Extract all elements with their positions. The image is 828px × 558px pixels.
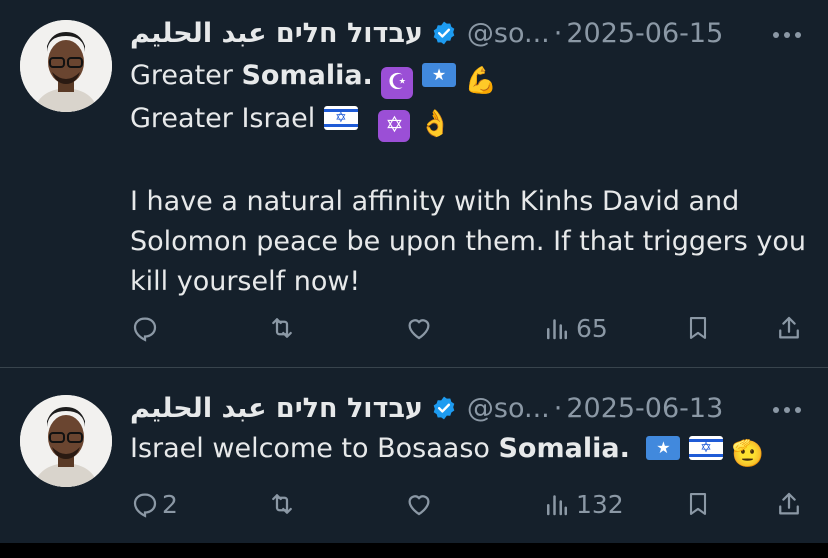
text-segment-bold: Somalia.: [498, 433, 630, 464]
crescent-star-emoji: ☪: [381, 67, 414, 99]
avatar[interactable]: [20, 395, 112, 487]
avatar[interactable]: [20, 20, 112, 112]
separator-dot: ·: [553, 17, 563, 49]
verified-badge-icon: [431, 20, 457, 46]
tweet-date[interactable]: 2025-06-13: [566, 393, 723, 424]
text-segment: Greater Israel: [130, 103, 324, 134]
author-name[interactable]: עבדול חלים عبد الحليم: [130, 393, 423, 424]
bookmark-button[interactable]: [684, 484, 712, 524]
tweet-date[interactable]: 2025-06-15: [566, 18, 723, 49]
repost-icon: [272, 318, 292, 338]
somalia-flag-emoji: [646, 436, 681, 460]
views-button[interactable]: 65: [544, 308, 608, 348]
verified-badge-icon: [431, 395, 457, 421]
tweet-line-2: Greater Israel ✡ ✡ 👌: [130, 99, 810, 142]
heart-icon: [408, 495, 430, 516]
share-icon: [779, 316, 799, 339]
bookmark-icon: [689, 317, 707, 339]
more-options-icon[interactable]: [770, 396, 804, 424]
author-handle[interactable]: @so...: [467, 18, 550, 49]
analytics-icon: [547, 319, 567, 340]
bookmark-icon: [689, 493, 707, 515]
like-button[interactable]: [404, 308, 440, 348]
reply-icon: [133, 493, 157, 518]
like-button[interactable]: [404, 484, 440, 524]
share-button[interactable]: [774, 484, 804, 524]
reply-button[interactable]: [130, 308, 166, 348]
repost-button[interactable]: [266, 308, 304, 348]
reply-button[interactable]: 2: [130, 484, 178, 524]
repost-icon: [272, 494, 292, 514]
israel-flag-emoji: ✡: [689, 436, 724, 460]
text-segment: Greater: [130, 60, 242, 91]
author-handle[interactable]: @so...: [467, 393, 550, 424]
views-count: 65: [576, 313, 608, 343]
tweet-header: עבדול חלים عبد الحليم @so... · 2025-06-1…: [130, 392, 723, 424]
heart-icon: [408, 319, 430, 340]
tweet-body: I have a natural affinity with Kinhs Dav…: [130, 186, 807, 297]
ok-hand-emoji: 👌: [419, 109, 452, 139]
more-options-icon[interactable]: [770, 21, 804, 49]
somalia-flag-emoji: [422, 63, 456, 87]
separator-dot: ·: [553, 392, 563, 424]
tweet-text: Israel welcome to Bosaaso Somalia. ✡ 🫡: [130, 429, 810, 470]
analytics-icon: [547, 495, 567, 516]
tweet-header: עבדול חלים عبد الحليم @so... · 2025-06-1…: [130, 17, 723, 49]
tweet-2[interactable]: עבדול חלים عبد الحليم @so... · 2025-06-1…: [0, 369, 828, 543]
text-segment: Israel welcome to Bosaaso: [130, 433, 499, 464]
israel-flag-emoji: ✡: [323, 106, 358, 130]
tweet-line-1: Greater Somalia. ☪ 💪: [130, 56, 810, 99]
tweet-actions: 2 132: [130, 484, 810, 524]
bookmark-button[interactable]: [684, 308, 712, 348]
saluting-face-emoji: 🫡: [731, 439, 764, 469]
tweet-actions: 65: [130, 308, 810, 348]
bottom-edge: [0, 543, 828, 558]
tweet-1[interactable]: עבדול חלים عبد الحليم @so... · 2025-06-1…: [0, 0, 828, 368]
text-segment-bold: Somalia.: [241, 60, 373, 91]
reply-icon: [133, 317, 157, 342]
tweet-text: Greater Somalia. ☪ 💪 Greater Israel ✡ ✡ …: [130, 56, 810, 302]
flexed-biceps-emoji: 💪: [464, 66, 497, 96]
repost-button[interactable]: [266, 484, 304, 524]
share-icon: [779, 492, 799, 515]
views-count: 132: [576, 489, 624, 519]
author-name[interactable]: עבדול חלים عبد الحليم: [130, 18, 423, 49]
star-of-david-emoji: ✡: [378, 110, 411, 142]
share-button[interactable]: [774, 308, 804, 348]
reply-count: 2: [162, 489, 178, 519]
views-button[interactable]: 132: [544, 484, 624, 524]
